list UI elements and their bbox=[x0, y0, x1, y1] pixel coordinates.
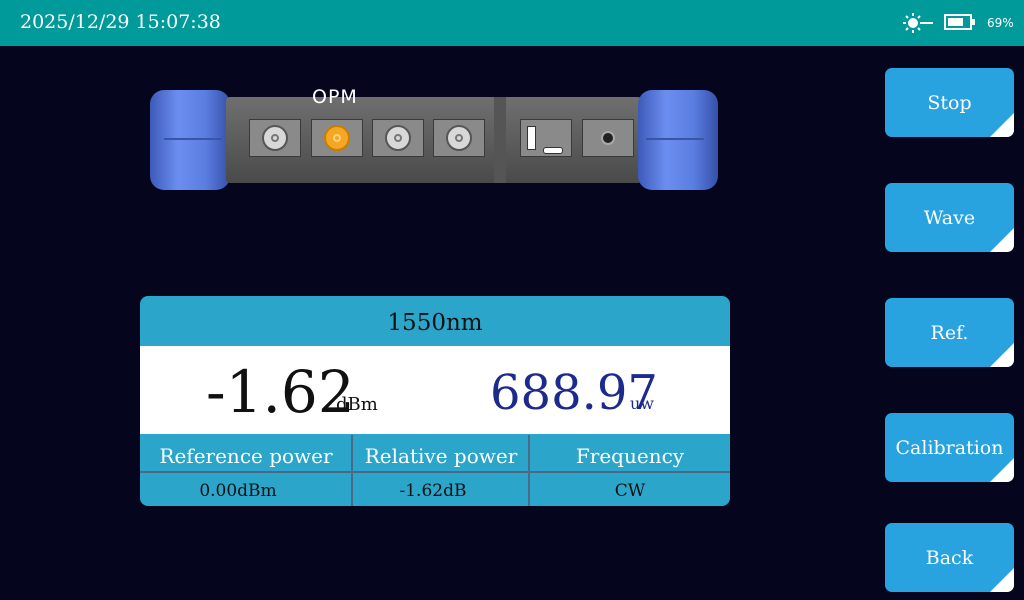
device-illustration: OPM bbox=[150, 86, 718, 192]
laser-sun-icon bbox=[903, 13, 933, 33]
cap-seam bbox=[646, 138, 704, 140]
frequency-header: Frequency bbox=[575, 444, 685, 468]
column-divider bbox=[528, 435, 530, 506]
device-divider bbox=[494, 97, 506, 183]
power-dbm-unit: dBm bbox=[336, 394, 378, 415]
calibration-button[interactable]: Calibration bbox=[885, 413, 1014, 482]
reference-power-header: Reference power bbox=[159, 444, 333, 468]
usb-port bbox=[520, 119, 572, 157]
battery-icon bbox=[944, 14, 975, 30]
port-ring-icon bbox=[385, 125, 411, 151]
device-left-cap bbox=[150, 90, 230, 190]
fiber-port-opm-active bbox=[311, 119, 363, 157]
frequency-value: CW bbox=[614, 481, 646, 501]
fiber-port-1 bbox=[249, 119, 301, 157]
usb-c-icon bbox=[543, 147, 563, 154]
measurement-table: Reference power Relative power Frequency… bbox=[140, 435, 730, 506]
power-reading-area: -1.62 dBm 688.97 uw bbox=[140, 346, 730, 434]
datetime-display: 2025/12/29 15:07:38 bbox=[20, 11, 221, 33]
column-divider bbox=[351, 435, 353, 506]
back-button[interactable]: Back bbox=[885, 523, 1014, 592]
port-ring-icon bbox=[446, 125, 472, 151]
fiber-port-3 bbox=[372, 119, 424, 157]
power-dbm-value: -1.62 bbox=[206, 358, 355, 426]
dc-jack-icon bbox=[601, 131, 615, 145]
port-ring-icon bbox=[324, 125, 350, 151]
status-bar: 2025/12/29 15:07:38 69% bbox=[0, 0, 1024, 46]
wavelength-display: 1550nm bbox=[387, 310, 483, 336]
opm-port-label: OPM bbox=[312, 86, 358, 108]
ref-button[interactable]: Ref. bbox=[885, 298, 1014, 367]
device-right-cap bbox=[638, 90, 718, 190]
wave-button[interactable]: Wave bbox=[885, 183, 1014, 252]
dc-power-port bbox=[582, 119, 634, 157]
fiber-port-4 bbox=[433, 119, 485, 157]
reference-power-value: 0.00dBm bbox=[199, 481, 277, 501]
cap-seam bbox=[164, 138, 222, 140]
relative-power-header: Relative power bbox=[364, 444, 518, 468]
power-uw-unit: uw bbox=[630, 394, 654, 413]
measurement-panel: 1550nm -1.62 dBm 688.97 uw Reference pow… bbox=[140, 296, 730, 506]
battery-percent: 69% bbox=[987, 16, 1014, 30]
usb-a-icon bbox=[527, 126, 536, 150]
port-ring-icon bbox=[262, 125, 288, 151]
relative-power-value: -1.62dB bbox=[399, 481, 467, 501]
stop-button[interactable]: Stop bbox=[885, 68, 1014, 137]
